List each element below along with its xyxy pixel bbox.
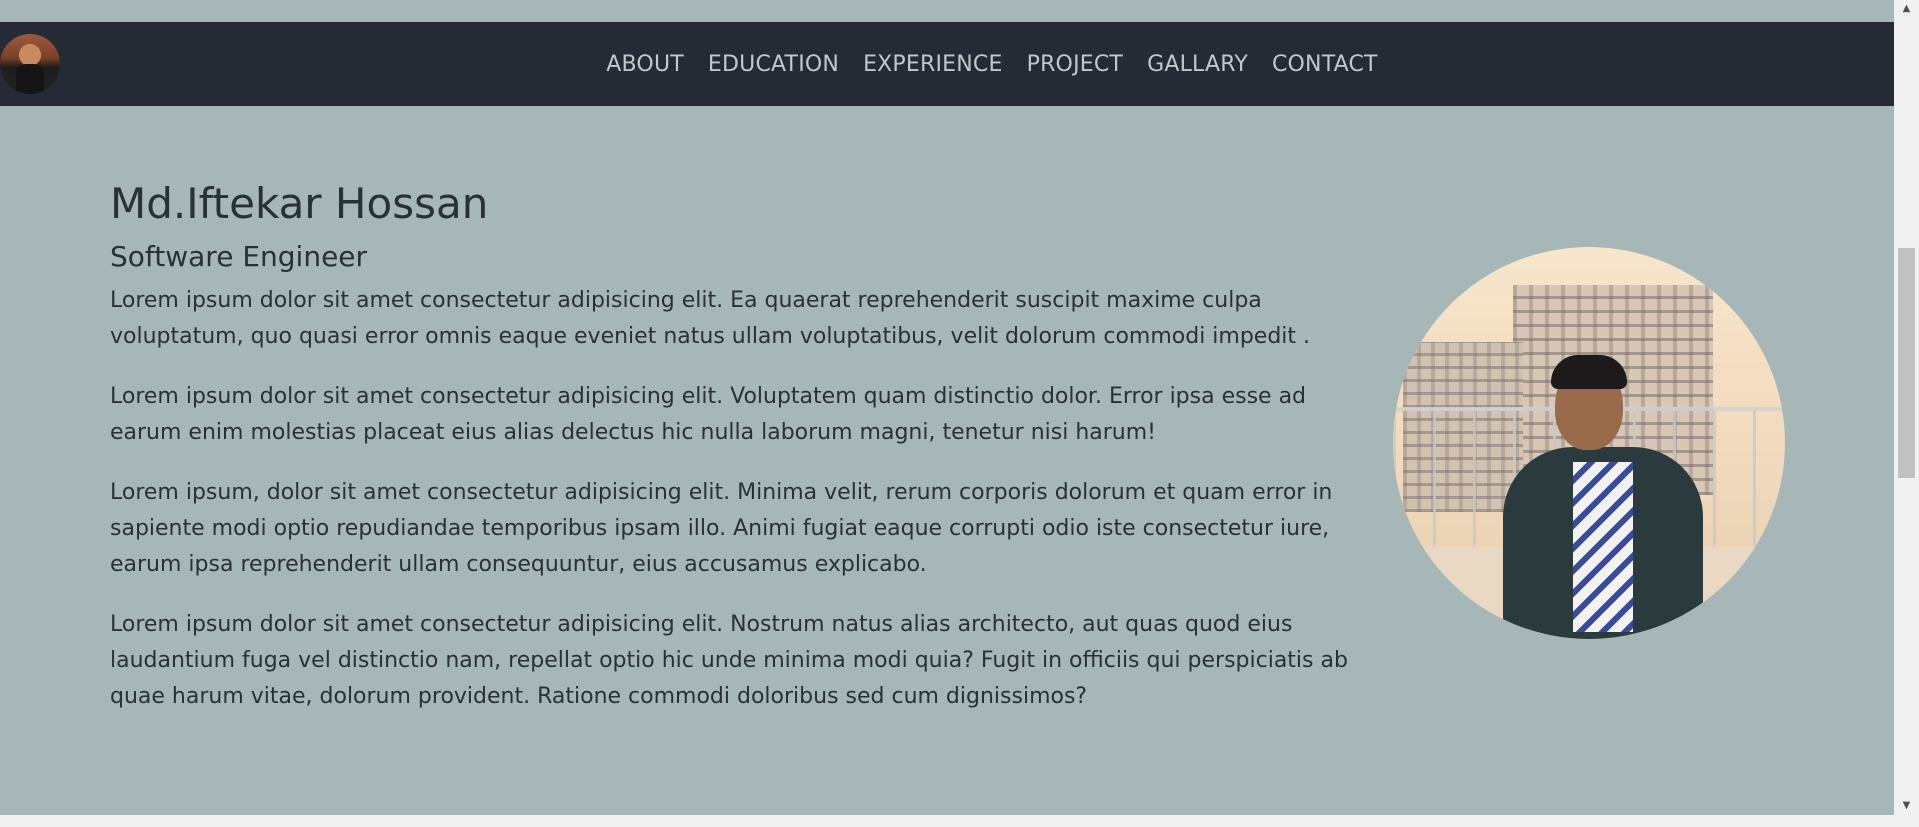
nav-link-education[interactable]: EDUCATION — [708, 52, 839, 77]
profile-role: Software Engineer — [110, 240, 368, 273]
profile-photo — [1393, 247, 1785, 639]
nav-link-contact[interactable]: CONTACT — [1272, 52, 1378, 77]
scroll-down-arrow-icon[interactable]: ▼ — [1894, 797, 1919, 815]
nav-link-gallary[interactable]: GALLARY — [1147, 52, 1248, 77]
nav-link-experience[interactable]: EXPERIENCE — [863, 52, 1003, 77]
about-paragraph: Lorem ipsum dolor sit amet consectetur a… — [110, 384, 1307, 445]
about-section: Md.Iftekar Hossan Software Engineer Lore… — [110, 175, 1360, 739]
top-strip — [0, 0, 1894, 22]
navbar: ABOUT EDUCATION EXPERIENCE PROJECT GALLA… — [0, 22, 1894, 106]
nav-links: ABOUT EDUCATION EXPERIENCE PROJECT GALLA… — [0, 22, 1894, 106]
bottom-strip — [0, 815, 1919, 827]
profile-name: Md.Iftekar Hossan — [110, 179, 489, 228]
photo-person-hair — [1551, 355, 1627, 389]
about-paragraph: Lorem ipsum, dolor sit amet consectetur … — [110, 480, 1333, 577]
vertical-scrollbar[interactable]: ▲ ▼ — [1894, 0, 1919, 815]
about-paragraph: Lorem ipsum dolor sit amet consectetur a… — [110, 612, 1348, 709]
photo-person-shirt — [1573, 462, 1633, 632]
nav-link-about[interactable]: ABOUT — [606, 52, 684, 77]
nav-link-project[interactable]: PROJECT — [1027, 52, 1123, 77]
scrollbar-thumb[interactable] — [1898, 248, 1915, 478]
scroll-up-arrow-icon[interactable]: ▲ — [1894, 0, 1919, 18]
about-paragraph: Lorem ipsum dolor sit amet consectetur a… — [110, 288, 1311, 349]
